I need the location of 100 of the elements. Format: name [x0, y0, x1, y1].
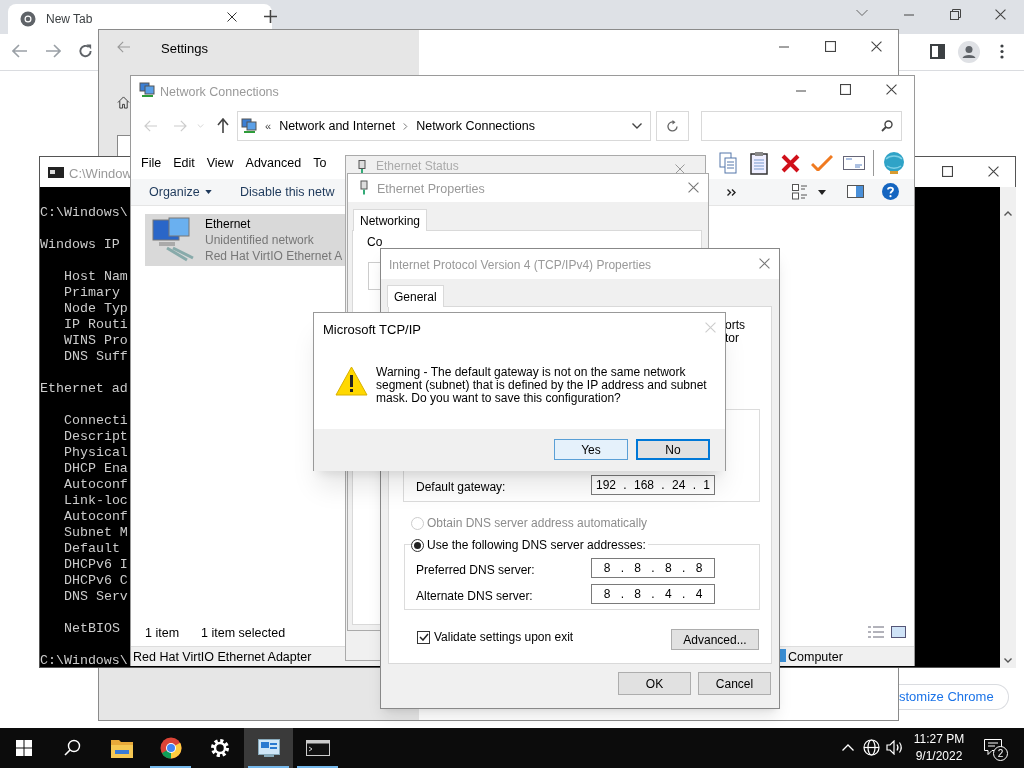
- browser-tab[interactable]: New Tab: [8, 4, 272, 34]
- refresh-button[interactable]: [656, 111, 689, 141]
- start-icon[interactable]: [16, 740, 32, 756]
- ok-button[interactable]: OK: [618, 672, 691, 695]
- chevron-up-icon[interactable]: [842, 744, 854, 751]
- scrollbar[interactable]: [1000, 187, 1016, 668]
- field-label: Alternate DNS server:: [416, 588, 533, 605]
- connection-status: Unidentified network: [205, 232, 315, 248]
- close-icon[interactable]: [871, 41, 882, 52]
- chevron-down-icon[interactable]: [632, 123, 642, 129]
- forward-arrow-icon[interactable]: [45, 44, 61, 58]
- ip-address-field[interactable]: 8 . 8 . 4 . 4: [591, 584, 715, 604]
- console-line: DHCPv6 I: [63, 557, 129, 573]
- command-button[interactable]: Disable this netw: [236, 182, 339, 202]
- ip-address-field[interactable]: 192 . 168 . 24 . 1: [591, 475, 715, 495]
- scroll-up-icon[interactable]: [1004, 211, 1012, 216]
- dialog-button[interactable]: No: [636, 439, 710, 460]
- breadcrumb-item[interactable]: Network and Internet: [279, 116, 396, 136]
- side-panel-icon[interactable]: [930, 44, 945, 59]
- globe-icon[interactable]: [882, 151, 906, 175]
- details-text: Red Hat VirtIO Ethernet Adapter: [133, 649, 312, 666]
- ip-address-field[interactable]: 8 . 8 . 8 . 8: [591, 558, 715, 578]
- close-icon[interactable]: [995, 9, 1006, 20]
- envelope-icon[interactable]: [843, 156, 865, 170]
- close-icon[interactable]: [886, 84, 897, 95]
- speaker-icon[interactable]: [886, 740, 904, 755]
- field-label: Co: [367, 235, 383, 249]
- close-icon[interactable]: [988, 166, 999, 177]
- window-title: Network Connections: [160, 84, 279, 101]
- clipboard-icon[interactable]: [750, 151, 768, 175]
- console-line: Connecti: [63, 413, 129, 429]
- organize-menu-button[interactable]: Organize: [145, 182, 216, 202]
- view-options-icon[interactable]: [792, 184, 808, 200]
- console-line: C:\Windows\: [40, 205, 129, 221]
- cancel-button[interactable]: Cancel: [698, 672, 771, 695]
- clock-date[interactable]: 9/1/2022: [915, 748, 963, 765]
- network-computer-icon: [257, 739, 280, 757]
- overflow-chevron-icon[interactable]: «: [265, 117, 272, 135]
- search-icon: [881, 120, 893, 132]
- menu-dots-icon[interactable]: [1000, 44, 1004, 59]
- customize-chrome-button[interactable]: stomize Chrome: [899, 684, 1009, 710]
- network-computer-icon: [241, 118, 257, 134]
- advanced-button[interactable]: Advanced...: [671, 629, 759, 650]
- notification-badge: 2: [993, 746, 1008, 761]
- back-arrow-icon[interactable]: [12, 44, 28, 58]
- network-globe-icon[interactable]: [863, 739, 880, 756]
- double-chevron-icon[interactable]: [727, 189, 736, 196]
- minimize-icon[interactable]: [795, 90, 807, 92]
- minimize-icon[interactable]: [778, 46, 790, 48]
- tab[interactable]: Networking: [353, 209, 428, 231]
- profile-avatar-icon[interactable]: [958, 41, 980, 63]
- radio-button[interactable]: [411, 538, 424, 552]
- large-icons-view-icon[interactable]: [891, 626, 906, 638]
- notifications-icon[interactable]: [984, 739, 1002, 755]
- preview-pane-icon[interactable]: [847, 185, 864, 198]
- menu-item[interactable]: File: [141, 154, 162, 173]
- caret-icon[interactable]: [818, 190, 826, 195]
- copy-icon[interactable]: [719, 152, 737, 174]
- home-icon[interactable]: [117, 96, 130, 109]
- address-bar[interactable]: « Network and Internet Network Connections: [237, 111, 651, 141]
- checkbox-label[interactable]: Validate settings upon exit: [434, 628, 574, 646]
- up-arrow-icon[interactable]: [217, 118, 229, 133]
- taskbar-app[interactable]: [244, 728, 293, 768]
- console-line: DHCPv6 C: [63, 573, 129, 589]
- radio-label[interactable]: Use the following DNS server addresses:: [427, 536, 646, 554]
- gear-icon: [209, 738, 230, 758]
- menu-item[interactable]: Advanced: [245, 154, 302, 173]
- description-text: orts: [725, 319, 745, 332]
- scroll-down-icon[interactable]: [1004, 658, 1012, 663]
- warning-icon: [335, 366, 368, 396]
- maximize-icon[interactable]: [840, 84, 851, 95]
- menu-item[interactable]: Edit: [173, 154, 195, 173]
- clock-time[interactable]: 11:27 PM: [913, 731, 965, 748]
- connection-device: Red Hat VirtIO Ethernet A: [205, 248, 343, 264]
- tab[interactable]: General: [387, 285, 444, 307]
- delete-x-icon[interactable]: [781, 154, 800, 173]
- checkbox[interactable]: [417, 630, 430, 644]
- browser-logo-icon: [159, 737, 182, 759]
- warning-message: Warning - The default gateway is not on the same network segment (subnet) that is defined by the IP address and subnet mask. Do you want to save this configuration?: [376, 366, 708, 405]
- dialog-button[interactable]: Yes: [554, 439, 628, 460]
- help-icon[interactable]: [882, 183, 899, 200]
- field-label: Default gateway:: [416, 479, 506, 496]
- console-line: WINS Pro: [63, 333, 129, 349]
- maximize-icon[interactable]: [942, 166, 953, 177]
- window-title: Settings: [161, 40, 208, 58]
- close-icon[interactable]: [227, 12, 237, 22]
- maximize-icon[interactable]: [825, 41, 836, 52]
- plus-icon[interactable]: [264, 10, 277, 23]
- breadcrumb-item[interactable]: Network Connections: [416, 116, 535, 136]
- connection-item[interactable]: Ethernet Unidentified network Red Hat VirtIO Ethernet A: [145, 214, 345, 266]
- reload-icon[interactable]: [78, 43, 93, 59]
- browser-logo-icon: [20, 11, 36, 27]
- restore-icon[interactable]: [950, 9, 961, 20]
- search-icon[interactable]: [64, 739, 81, 756]
- menu-item[interactable]: View: [206, 154, 234, 173]
- console-line: Autoconf: [63, 477, 129, 493]
- checkmark-icon[interactable]: [811, 155, 833, 171]
- console-line: Autoconf: [63, 509, 129, 525]
- menu-item[interactable]: To: [313, 154, 327, 173]
- console-line: Descript: [63, 429, 129, 445]
